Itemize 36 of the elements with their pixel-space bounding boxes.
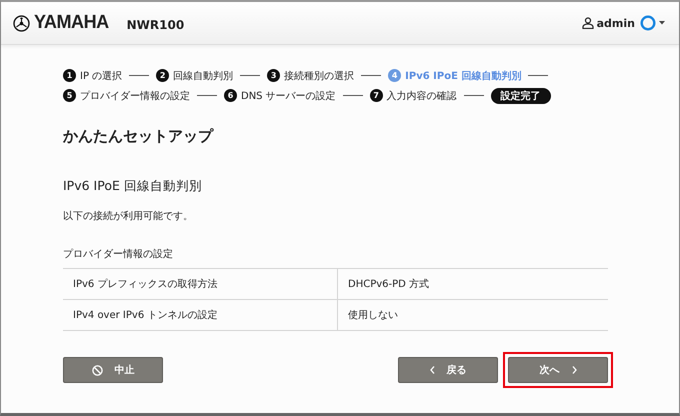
step-number: 2 [156, 69, 170, 82]
step-label: DNS サーバーの設定 [241, 90, 336, 102]
setting-value-cell: DHCPv6-PD 方式 [338, 268, 608, 300]
step-label: 回線自動判別 [173, 70, 234, 82]
step-label: 接続種別の選択 [284, 70, 354, 82]
emblem-icon [13, 14, 30, 32]
user-icon [582, 17, 594, 29]
setting-name-cell: IPv6 プレフィックスの取得方法 [63, 268, 338, 300]
model-name: NWR100 [126, 18, 184, 32]
step-label: IPv6 IPoE 回線自動判別 [405, 70, 522, 82]
step-label: プロバイダー情報の設定 [80, 90, 190, 102]
status-ring-icon[interactable] [640, 15, 656, 31]
setting-name-cell: IPv4 over IPv6 トンネルの設定 [63, 300, 338, 330]
setting-value-cell: 使用しない [338, 300, 608, 330]
final-step-badge: 設定完了 [490, 88, 551, 104]
step-number: 7 [370, 89, 383, 102]
step-number: 3 [267, 69, 280, 82]
back-button[interactable]: 戻る [398, 357, 498, 383]
cancel-button[interactable]: 中止 [63, 357, 163, 383]
caret-icon[interactable] [659, 21, 665, 25]
step-number: 6 [224, 89, 237, 102]
chevron-right-icon [572, 366, 576, 374]
section-title: IPv6 IPoE 回線自動判別 [63, 178, 203, 195]
page-title: かんたんセットアップ [63, 127, 215, 146]
step-number: 4 [388, 69, 402, 82]
chevron-left-icon [430, 366, 434, 374]
next-button[interactable]: 次へ [508, 357, 608, 383]
step-number: 5 [63, 89, 76, 102]
brand-logo: YAMAHA [34, 12, 109, 34]
user-name[interactable]: admin [596, 16, 635, 30]
prohibited-icon [92, 364, 102, 376]
step-number: 1 [63, 69, 76, 82]
step-label: IP の選択 [80, 70, 122, 82]
description-text: 以下の接続が利用可能です。 [63, 210, 194, 223]
group-label: プロバイダー情報の設定 [63, 248, 174, 261]
step-label: 入力内容の確認 [386, 90, 457, 102]
